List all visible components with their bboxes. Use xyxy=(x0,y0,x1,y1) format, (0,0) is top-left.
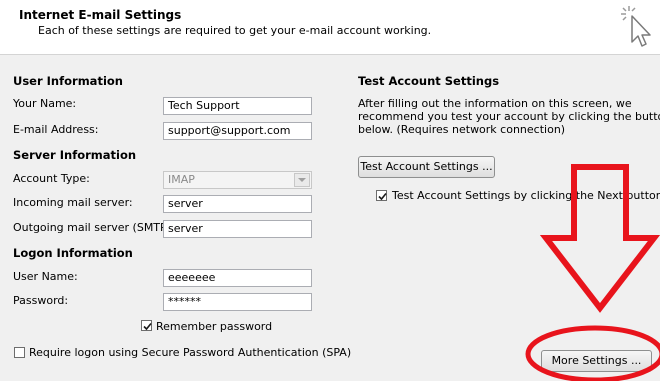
header-title: Internet E-mail Settings xyxy=(19,8,182,22)
account-type-label: Account Type: xyxy=(13,172,90,185)
chevron-down-icon xyxy=(298,178,306,182)
outgoing-server-label: Outgoing mail server (SMTP): xyxy=(13,221,175,234)
email-address-label: E-mail Address: xyxy=(13,123,99,136)
server-information-heading: Server Information xyxy=(13,148,137,162)
test-account-settings-button[interactable]: Test Account Settings ... xyxy=(358,156,495,178)
dialog-header: Internet E-mail Settings Each of these s… xyxy=(0,0,660,55)
account-type-value: IMAP xyxy=(168,173,195,186)
incoming-server-label: Incoming mail server: xyxy=(13,196,133,209)
remember-password-checkbox[interactable] xyxy=(141,320,152,331)
your-name-field[interactable]: Tech Support xyxy=(163,97,312,115)
password-field[interactable]: ****** xyxy=(163,293,312,311)
password-label: Password: xyxy=(13,294,69,307)
account-type-select: IMAP xyxy=(163,171,312,189)
more-settings-button[interactable]: More Settings ... xyxy=(541,350,652,372)
test-description-line-3: below. (Requires network connection) xyxy=(358,123,566,136)
spa-label: Require logon using Secure Password Auth… xyxy=(29,346,352,359)
checkmark-icon xyxy=(143,322,152,331)
user-information-heading: User Information xyxy=(13,74,123,88)
your-name-label: Your Name: xyxy=(13,97,77,110)
test-on-next-label: Test Account Settings by clicking the Ne… xyxy=(392,189,660,202)
user-name-field[interactable]: eeeeeee xyxy=(163,269,312,287)
test-account-heading: Test Account Settings xyxy=(358,74,500,88)
checkmark-icon xyxy=(378,192,387,201)
test-description-line-2: recommend you test your account by click… xyxy=(358,110,660,123)
user-name-label: User Name: xyxy=(13,270,78,283)
spa-checkbox[interactable] xyxy=(14,347,25,358)
incoming-server-field[interactable]: server xyxy=(163,195,312,213)
account-type-dropdown-button xyxy=(294,173,310,187)
test-description-line-1: After filling out the information on thi… xyxy=(358,97,632,110)
logon-information-heading: Logon Information xyxy=(13,246,133,260)
header-subtitle: Each of these settings are required to g… xyxy=(38,24,432,37)
email-address-field[interactable]: support@support.com xyxy=(163,122,312,140)
test-on-next-checkbox[interactable] xyxy=(376,190,387,201)
cursor-click-icon xyxy=(621,6,651,47)
outgoing-server-field[interactable]: server xyxy=(163,220,312,238)
remember-password-label: Remember password xyxy=(156,320,273,333)
